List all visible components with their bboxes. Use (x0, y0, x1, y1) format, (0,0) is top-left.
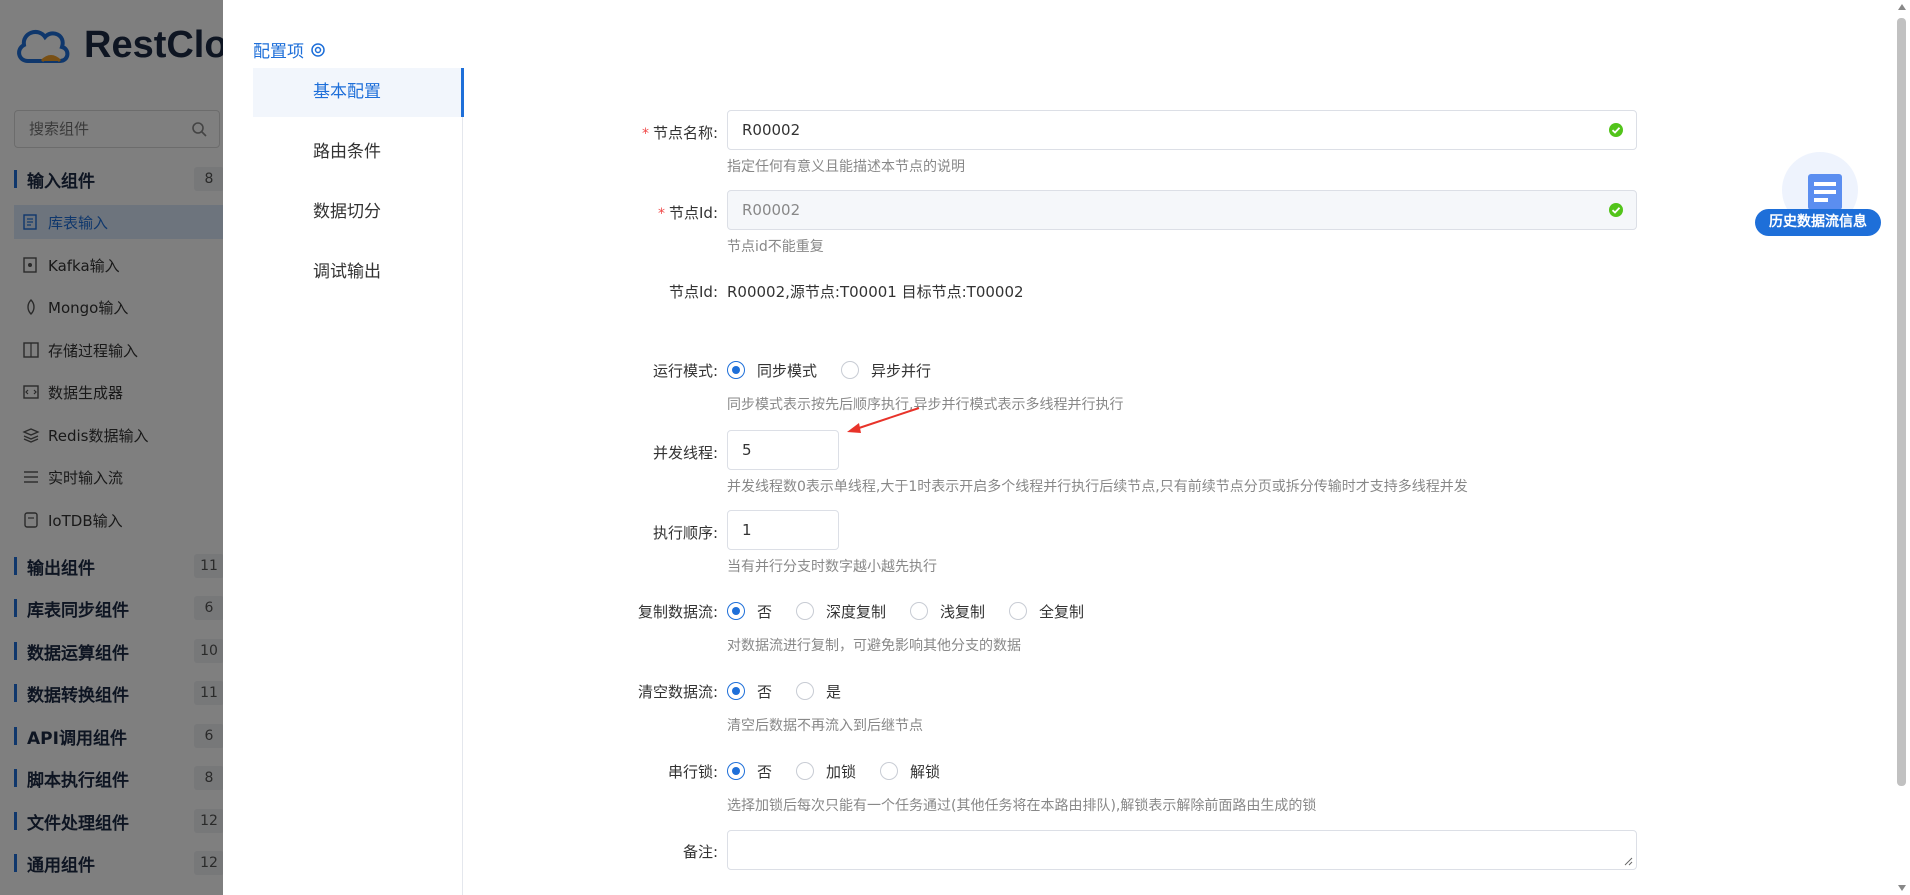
node-id-label: * 节点Id: (658, 204, 718, 222)
radio-clear-no[interactable]: 否 (727, 681, 772, 702)
scroll-up-arrow-icon[interactable] (1898, 4, 1906, 10)
radio-circle[interactable] (727, 602, 745, 620)
radio-copy-none[interactable]: 否 (727, 601, 772, 622)
node-config-drawer: 配置项 基本配置 路由条件 数据切分 调试输出 *节点名称: 指定任何有意义且能… (223, 0, 1910, 895)
remark-field[interactable] (727, 830, 1637, 870)
scrollbar-thumb[interactable] (1897, 18, 1906, 786)
remark-label: 备注: (682, 843, 718, 861)
radio-circle[interactable] (727, 682, 745, 700)
node-id-info-value: R00002,源节点:T00001 目标节点:T00002 (727, 283, 1024, 301)
history-doc-icon (1808, 174, 1842, 210)
radio-unlock[interactable]: 解锁 (880, 761, 940, 782)
history-dataflow-button[interactable]: 历史数据流信息 (1755, 209, 1881, 236)
copy-stream-radio-group: 否 深度复制 浅复制 全复制 (727, 599, 1108, 623)
node-name-input[interactable] (728, 111, 1636, 149)
config-title-text: 配置项 (253, 42, 304, 62)
radio-lock-no[interactable]: 否 (727, 761, 772, 782)
run-mode-label: 运行模式: (652, 362, 718, 380)
node-id-input (728, 191, 1636, 229)
run-mode-radio-group: 同步模式 异步并行 (727, 358, 955, 382)
clear-stream-label: 清空数据流: (637, 683, 718, 701)
serial-lock-radio-group: 否 加锁 解锁 (727, 759, 964, 783)
tab-data-split[interactable]: 数据切分 (253, 188, 462, 237)
config-title: 配置项 (253, 37, 326, 62)
radio-circle[interactable] (1009, 602, 1028, 620)
clear-stream-hint: 清空后数据不再流入到后继节点 (727, 718, 923, 734)
radio-circle[interactable] (880, 762, 899, 780)
exec-order-input[interactable] (728, 511, 838, 549)
annotation-arrow-icon (847, 407, 920, 433)
radio-deep-copy[interactable]: 深度复制 (796, 601, 886, 622)
check-circle-icon (1609, 203, 1623, 217)
copy-stream-label: 复制数据流: (637, 603, 718, 621)
radio-circle[interactable] (796, 602, 815, 620)
scroll-down-arrow-icon[interactable] (1898, 885, 1906, 891)
node-id-info-label: 节点Id: (669, 283, 718, 301)
radio-circle[interactable] (727, 762, 745, 780)
radio-circle[interactable] (727, 361, 745, 379)
node-id-hint: 节点id不能重复 (727, 239, 824, 255)
threads-label: 并发线程: (652, 444, 718, 462)
exec-order-label: 执行顺序: (652, 524, 718, 542)
tab-basic-config[interactable]: 基本配置 (253, 68, 464, 117)
history-dataflow-float[interactable]: 历史数据流信息 (1755, 152, 1881, 236)
required-asterisk: * (658, 206, 665, 222)
radio-full-copy[interactable]: 全复制 (1009, 601, 1084, 622)
threads-hint: 并发线程数0表示单线程,大于1时表示开启多个线程并行执行后续节点,只有前续节点分… (727, 479, 1468, 495)
radio-circle[interactable] (796, 682, 815, 700)
run-mode-hint: 同步模式表示按先后顺序执行,异步并行模式表示多线程并行执行 (727, 397, 1124, 413)
tab-route-conditions[interactable]: 路由条件 (253, 128, 462, 177)
radio-sync-mode[interactable]: 同步模式 (727, 360, 817, 381)
required-asterisk: * (641, 126, 649, 142)
config-tabs: 基本配置 路由条件 数据切分 调试输出 (253, 68, 464, 895)
exec-order-field[interactable] (727, 510, 839, 550)
check-circle-icon (1609, 123, 1623, 137)
radio-shallow-copy[interactable]: 浅复制 (910, 601, 985, 622)
node-name-field[interactable] (727, 110, 1637, 150)
copy-stream-hint: 对数据流进行复制，可避免影响其他分支的数据 (727, 638, 1021, 654)
remark-textarea[interactable] (728, 831, 1636, 869)
threads-field[interactable] (727, 430, 839, 470)
radio-circle[interactable] (796, 762, 815, 780)
exec-order-hint: 当有并行分支时数字越小越先执行 (727, 559, 937, 575)
threads-input[interactable] (728, 431, 838, 469)
node-name-hint: 指定任何有意义且能描述本节点的说明 (727, 159, 965, 175)
page-scrollbar[interactable] (1894, 0, 1910, 895)
radio-async-parallel[interactable]: 异步并行 (841, 360, 931, 381)
radio-lock[interactable]: 加锁 (796, 761, 856, 782)
node-name-label: * 节点名称: (641, 124, 718, 142)
serial-lock-hint: 选择加锁后每次只能有一个任务通过(其他任务将在本路由排队),解锁表示解除前面路由… (727, 798, 1317, 814)
radio-circle[interactable] (910, 602, 929, 620)
serial-lock-label: 串行锁: (667, 763, 718, 781)
radio-circle[interactable] (841, 361, 860, 379)
node-id-field (727, 190, 1637, 230)
radio-clear-yes[interactable]: 是 (796, 681, 841, 702)
clear-stream-radio-group: 否 是 (727, 679, 865, 703)
settings-icon[interactable] (310, 42, 326, 58)
resize-handle-icon[interactable] (1623, 856, 1633, 866)
tab-debug-output[interactable]: 调试输出 (253, 248, 462, 297)
